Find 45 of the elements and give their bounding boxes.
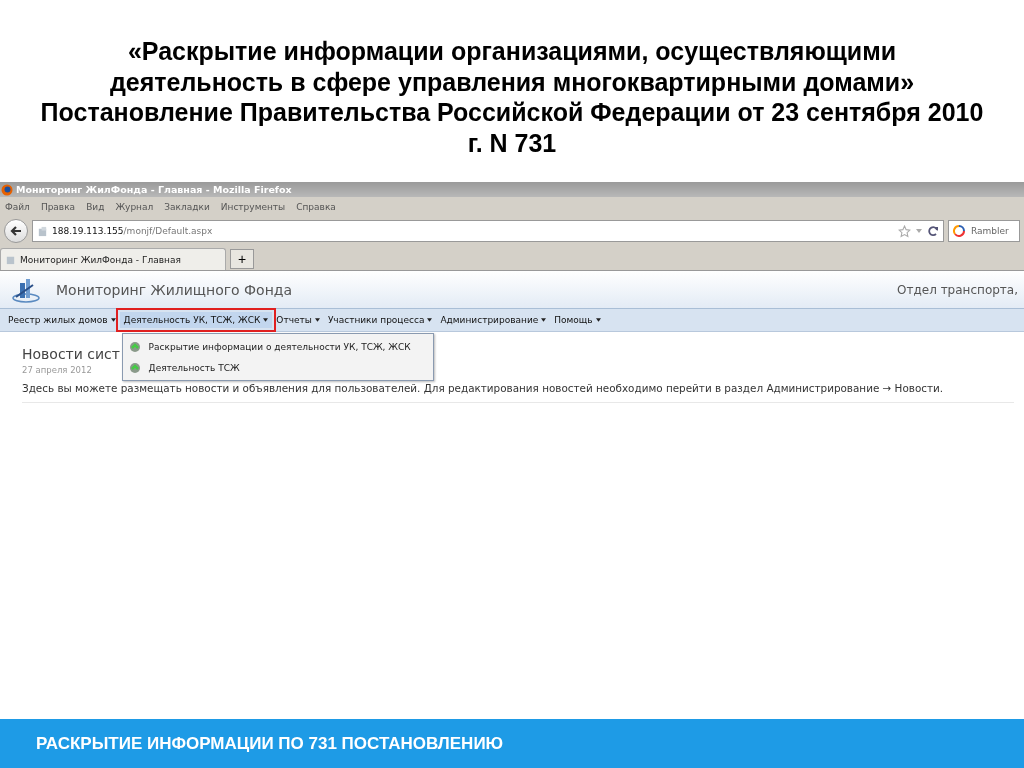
menu-item[interactable]: Вид bbox=[86, 202, 105, 212]
caret-icon bbox=[314, 318, 320, 322]
slide-title-line: деятельность в сфере управления многоквартирными домами» bbox=[109, 66, 915, 97]
menu-item[interactable]: Закладки bbox=[164, 202, 210, 212]
back-arrow-icon bbox=[9, 224, 23, 238]
caret-icon bbox=[427, 318, 433, 322]
nav-menu-item[interactable]: Помощь bbox=[550, 312, 605, 328]
caret-icon bbox=[263, 318, 269, 322]
caret-icon bbox=[110, 318, 116, 322]
menu-item[interactable]: Правка bbox=[40, 202, 76, 212]
menu-item[interactable]: Журнал bbox=[115, 202, 154, 212]
browser-logo-icon bbox=[1, 183, 13, 196]
caret-icon bbox=[541, 318, 547, 322]
window-title: Мониторинг ЖилФонда - Главная - Mozilla Firefox bbox=[16, 184, 292, 195]
star-icon[interactable] bbox=[898, 224, 911, 238]
footer-text: РАСКРЫТИЕ ИНФОРМАЦИИ ПО 731 ПОСТАНОВЛЕНИЮ bbox=[36, 733, 504, 754]
address-field[interactable]: 188.19.113.155/monjf/Default.aspx bbox=[32, 220, 944, 242]
reload-icon[interactable] bbox=[927, 225, 939, 237]
caret-icon bbox=[595, 318, 601, 322]
page-icon bbox=[37, 225, 48, 237]
slide-title-line: Постановление Правительства Российской Федерации от 23 сентября 2010 bbox=[40, 97, 984, 128]
building-logo-icon bbox=[10, 276, 42, 303]
nav-menu-item[interactable]: Реестр жилых домов bbox=[4, 312, 120, 328]
nav-menu-item[interactable]: Отчеты bbox=[272, 312, 324, 328]
menu-item[interactable]: Инструменты bbox=[220, 202, 286, 212]
news-heading: Новости сист bbox=[22, 346, 120, 362]
menu-item[interactable]: Файл bbox=[5, 202, 30, 212]
news-text: Здесь вы можете размещать новости и объявления для пользователей. Для редактирования новостей необходимо перейти в раздел Администрирование → Новости. bbox=[22, 382, 945, 394]
back-button[interactable] bbox=[4, 219, 28, 243]
site-title: Мониторинг Жилищного Фонда bbox=[56, 281, 293, 298]
search-field[interactable]: Rambler bbox=[948, 220, 1020, 242]
new-tab-button[interactable]: + bbox=[230, 249, 254, 269]
item-icon bbox=[128, 340, 141, 353]
slide-title-line: г. N 731 bbox=[467, 127, 557, 158]
user-name: Отдел транспорта, bbox=[897, 282, 1018, 297]
browser-tab[interactable]: Мониторинг ЖилФонда - Главная bbox=[0, 248, 226, 270]
news-date: 27 апреля 2012 bbox=[22, 365, 92, 375]
item-icon bbox=[128, 361, 141, 374]
slide-title-line: «Раскрытие информации организациями, осуществляющими bbox=[127, 36, 897, 67]
menu-item[interactable]: Справка bbox=[296, 202, 336, 212]
page-icon bbox=[5, 254, 16, 265]
dropdown-item[interactable]: Деятельность ТСЖ bbox=[122, 357, 433, 378]
nav-menu-item[interactable]: Администрирование bbox=[436, 312, 551, 328]
dropdown-item[interactable]: Раскрытие информации о деятельности УК, ТСЖ, ЖСК bbox=[122, 336, 433, 357]
nav-menu-item[interactable]: Участники процесса bbox=[323, 312, 437, 328]
